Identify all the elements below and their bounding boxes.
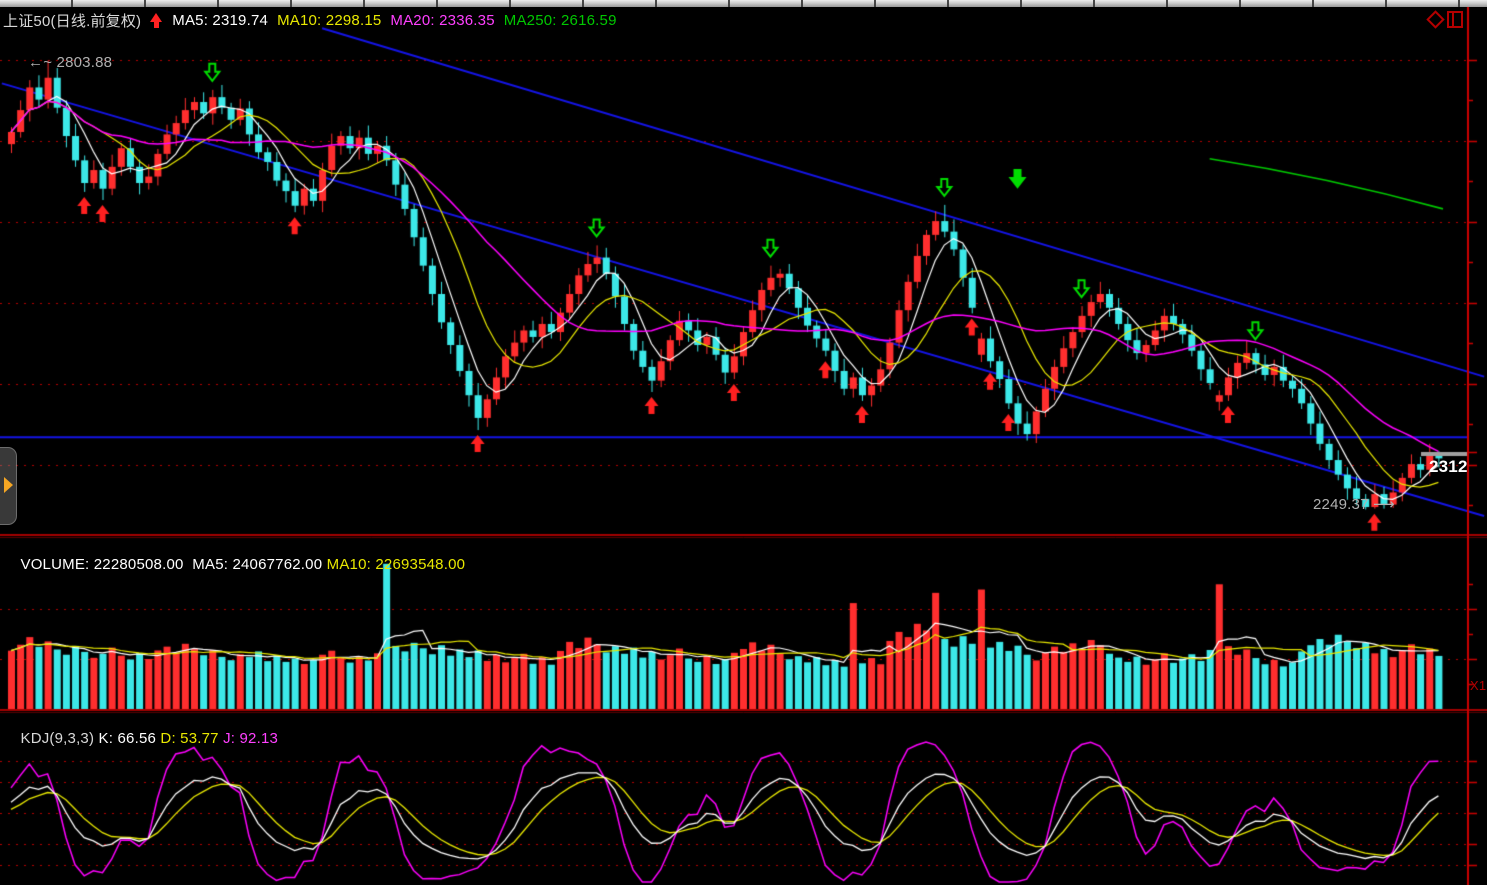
split-pane-icon[interactable] xyxy=(1447,11,1463,28)
pane-corner-label: X1 xyxy=(1470,678,1486,693)
trend-up-icon xyxy=(150,13,163,29)
volume-ma10-value: MA10: 22693548.00 xyxy=(327,556,466,573)
ma250-value: MA250: 2616.59 xyxy=(504,12,617,29)
kdj-j-value: J: 92.13 xyxy=(223,730,278,747)
ma10-value: MA10: 2298.15 xyxy=(277,12,381,29)
low-arrow-icon: ⟶ xyxy=(1373,496,1395,513)
kdj-title: KDJ(9,3,3) xyxy=(20,730,98,747)
ma5-value: MA5: 2319.74 xyxy=(172,12,268,29)
low-price-label: 2249.37 ⟶ xyxy=(1313,495,1395,513)
last-price-marker: 2312 xyxy=(1429,457,1468,477)
ma20-value: MA20: 2336.35 xyxy=(390,12,494,29)
volume-header: VOLUME: 22280508.00 MA5: 24067762.00 MA1… xyxy=(3,539,465,590)
stock-chart-window: 上证50(日线.前复权) MA5: 2319.74 MA10: 2298.15 … xyxy=(0,0,1487,885)
main-chart-header: 上证50(日线.前复权) MA5: 2319.74 MA10: 2298.15 … xyxy=(3,10,617,31)
symbol-title: 上证50(日线.前复权) xyxy=(3,10,141,31)
high-arrow-icon: ←~ xyxy=(28,54,57,71)
kdj-d-value: D: 53.77 xyxy=(160,730,223,747)
sidebar-collapse-tab[interactable] xyxy=(0,447,17,525)
kdj-header: KDJ(9,3,3) K: 66.56 D: 53.77 J: 92.13 xyxy=(3,713,278,764)
top-toolbar-edge xyxy=(0,0,1487,7)
expand-arrow-icon xyxy=(4,477,13,493)
high-price-label: ←~ 2803.88 xyxy=(28,54,112,71)
kdj-k-value: K: 66.56 xyxy=(99,730,161,747)
volume-values: VOLUME: 22280508.00 MA5: 24067762.00 xyxy=(20,556,326,573)
